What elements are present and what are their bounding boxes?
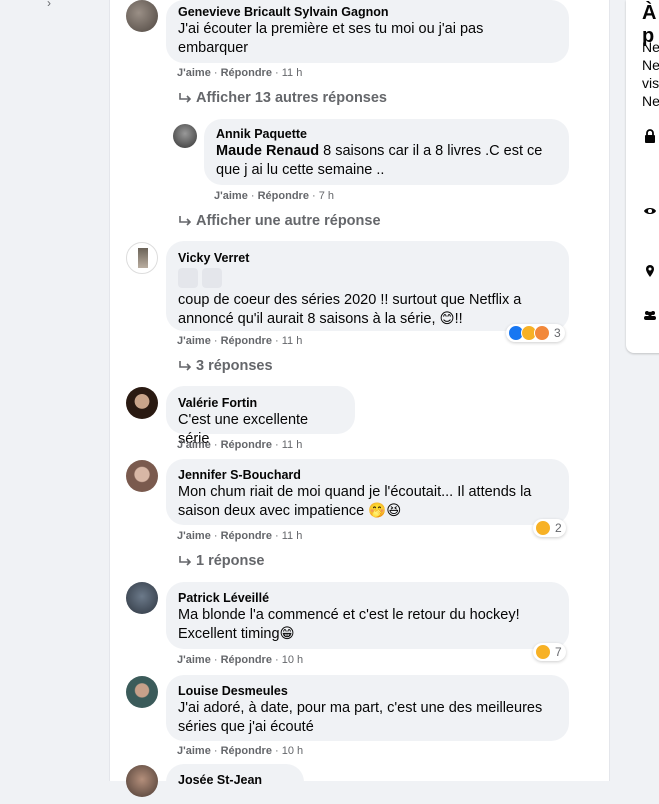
show-more-replies-link[interactable]: Afficher une autre réponse <box>178 213 381 229</box>
avatar[interactable] <box>126 582 158 614</box>
reaction-count: 7 <box>555 645 562 659</box>
comment-bubble: Genevieve Bricault Sylvain Gagnon J'ai é… <box>166 0 569 63</box>
comment-text: coup de coeur des séries 2020 !! surtout… <box>178 292 522 327</box>
reply-button[interactable]: Répondre <box>221 439 272 451</box>
reactions-summary[interactable]: 3 <box>506 324 565 342</box>
avatar[interactable] <box>126 387 158 419</box>
comment-actions: J'aime · Répondre · 10 h <box>177 745 304 757</box>
comment-bubble: Josée St-Jean <box>166 764 304 804</box>
comment-actions: J'aime · Répondre · 7 h <box>214 190 335 202</box>
avatar[interactable] <box>126 460 158 492</box>
like-button[interactable]: J'aime <box>214 190 248 202</box>
reply-arrow-icon <box>179 556 192 566</box>
comment-author[interactable]: Jennifer S-Bouchard <box>178 467 557 483</box>
coffee-badge-icon <box>178 268 198 288</box>
like-button[interactable]: J'aime <box>177 439 211 451</box>
avatar[interactable] <box>126 676 158 708</box>
show-replies-link[interactable]: 3 réponses <box>178 358 273 374</box>
group-icon <box>644 311 656 320</box>
show-more-replies-link[interactable]: Afficher 13 autres réponses <box>178 90 387 106</box>
timestamp[interactable]: 10 h <box>282 654 303 666</box>
card-description: Ne Ne vis Ne <box>642 39 659 109</box>
like-button[interactable]: J'aime <box>177 67 211 79</box>
reactions-summary[interactable]: 7 <box>533 643 566 661</box>
like-button[interactable]: J'aime <box>177 335 211 347</box>
comment-author[interactable]: Louise Desmeules <box>178 683 557 699</box>
reaction-count: 3 <box>554 326 561 340</box>
like-button[interactable]: J'aime <box>177 654 211 666</box>
comment-author[interactable]: Annik Paquette <box>216 126 557 142</box>
timestamp[interactable]: 11 h <box>282 530 303 542</box>
comment-author[interactable]: Valérie Fortin <box>178 395 343 411</box>
comment-text: Maude Renaud 8 saisons car il a 8 livres… <box>216 143 543 178</box>
avatar[interactable] <box>126 0 158 32</box>
comment-text: J'ai adoré, à date, pour ma part, c'est … <box>178 700 543 735</box>
reactions-summary[interactable]: 2 <box>533 519 566 537</box>
comment-bubble: Louise Desmeules J'ai adoré, à date, pou… <box>166 675 569 741</box>
comment-text: J'ai écouter la première et ses tu moi o… <box>178 21 484 56</box>
timestamp[interactable]: 7 h <box>319 190 334 202</box>
timestamp[interactable]: 11 h <box>282 439 303 451</box>
comment-bubble: Patrick Léveillé Ma blonde l'a commencé … <box>166 582 569 649</box>
comment-bubble: Annik Paquette Maude Renaud 8 saisons ca… <box>204 119 569 185</box>
chat-badge-icon <box>202 268 222 288</box>
reaction-count: 2 <box>555 521 562 535</box>
comment-actions: J'aime · Répondre · 11 h <box>177 439 303 451</box>
reply-arrow-icon <box>179 361 192 371</box>
comment-actions: J'aime · Répondre · 11 h <box>177 530 303 542</box>
avatar[interactable] <box>126 242 158 274</box>
reply-button[interactable]: Répondre <box>221 335 272 347</box>
lock-icon <box>645 129 655 143</box>
comment-text: Ma blonde l'a commencé et c'est le retou… <box>178 607 520 642</box>
reply-button[interactable]: Répondre <box>258 190 309 202</box>
comment-actions: J'aime · Répondre · 11 h <box>177 335 303 347</box>
haha-reaction-icon <box>535 520 551 536</box>
location-pin-icon <box>646 265 654 277</box>
reply-button[interactable]: Répondre <box>221 745 272 757</box>
mention-link[interactable]: Maude Renaud <box>216 143 319 159</box>
reply-button[interactable]: Répondre <box>221 67 272 79</box>
comment-bubble: Vicky Verret coup de coeur des séries 20… <box>166 241 569 331</box>
like-button[interactable]: J'aime <box>177 745 211 757</box>
comment-author[interactable]: Vicky Verret <box>178 250 557 266</box>
like-button[interactable]: J'aime <box>177 530 211 542</box>
reply-arrow-icon <box>179 216 192 226</box>
comment-author[interactable]: Patrick Léveillé <box>178 590 557 606</box>
avatar[interactable] <box>173 124 197 148</box>
comment-bubble: Jennifer S-Bouchard Mon chum riait de mo… <box>166 459 569 525</box>
left-edge-fragment: › <box>47 0 51 10</box>
timestamp[interactable]: 11 h <box>282 335 303 347</box>
haha-reaction-icon <box>535 644 551 660</box>
eye-icon <box>644 208 656 214</box>
reply-arrow-icon <box>179 93 192 103</box>
show-replies-link[interactable]: 1 réponse <box>178 553 265 569</box>
comment-author[interactable]: Josée St-Jean <box>178 772 292 788</box>
comment-text: Mon chum riait de moi quand je l'écoutai… <box>178 484 532 519</box>
timestamp[interactable]: 10 h <box>282 745 303 757</box>
timestamp[interactable]: 11 h <box>282 67 303 79</box>
comments-feed: Genevieve Bricault Sylvain Gagnon J'ai é… <box>109 0 610 804</box>
avatar[interactable] <box>126 765 158 797</box>
comment-bubble: Valérie Fortin C'est une excellente séri… <box>166 386 355 447</box>
reply-button[interactable]: Répondre <box>221 654 272 666</box>
about-group-card: À p Ne Ne vis Ne <box>626 0 659 353</box>
reply-button[interactable]: Répondre <box>221 530 272 542</box>
comment-actions: J'aime · Répondre · 10 h <box>177 654 304 666</box>
comment-actions: J'aime · Répondre · 11 h <box>177 67 303 79</box>
care-reaction-icon <box>534 325 550 341</box>
comment-author[interactable]: Genevieve Bricault Sylvain Gagnon <box>178 4 557 20</box>
